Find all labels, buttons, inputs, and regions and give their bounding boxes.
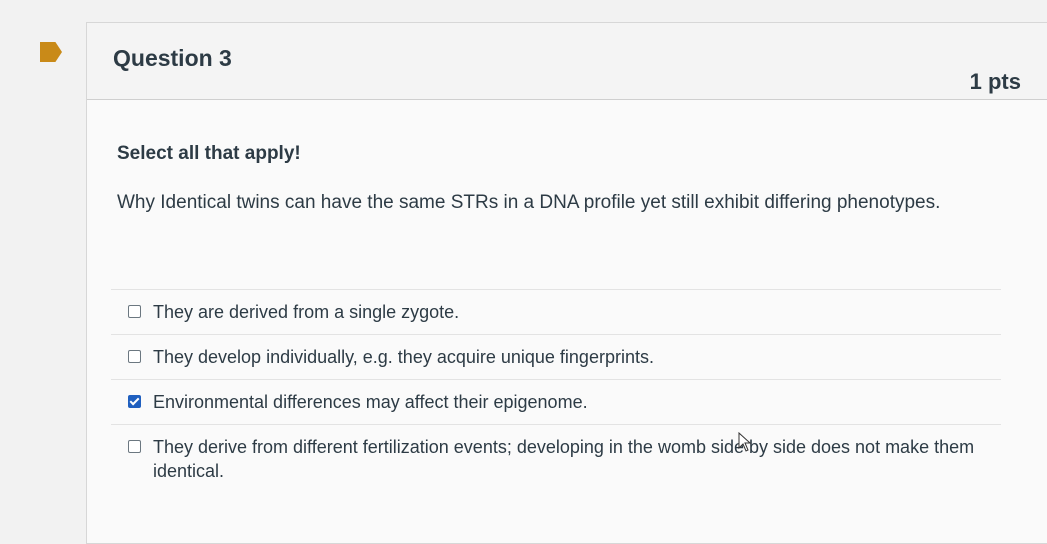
answer-label: They derive from different fertilization… <box>153 437 975 481</box>
answer-option-4[interactable]: They derive from different fertilization… <box>111 424 1001 493</box>
answer-list: They are derived from a single zygote. T… <box>111 289 1001 493</box>
answer-label: They are derived from a single zygote. <box>153 302 460 322</box>
question-flag-icon[interactable] <box>40 42 62 62</box>
answer-label: They develop individually, e.g. they acq… <box>153 347 654 367</box>
question-title: Question 3 <box>113 45 232 71</box>
question-card: Question 3 1 pts Select all that apply! … <box>86 22 1047 544</box>
checkbox-icon[interactable] <box>128 305 141 318</box>
question-instruction: Select all that apply! <box>117 143 301 164</box>
checkbox-icon[interactable] <box>128 440 141 453</box>
question-prompt: Why Identical twins can have the same ST… <box>117 192 941 213</box>
question-points: 1 pts <box>969 69 1021 94</box>
checkbox-icon[interactable] <box>128 350 141 363</box>
question-header: Question 3 1 pts <box>87 23 1047 100</box>
answer-option-2[interactable]: They develop individually, e.g. they acq… <box>111 334 1001 379</box>
answer-option-1[interactable]: They are derived from a single zygote. <box>111 289 1001 334</box>
checkbox-checked-icon[interactable] <box>128 395 141 408</box>
answer-label: Environmental differences may affect the… <box>153 392 588 412</box>
answer-option-3[interactable]: Environmental differences may affect the… <box>111 379 1001 424</box>
mouse-pointer-icon <box>738 432 752 452</box>
